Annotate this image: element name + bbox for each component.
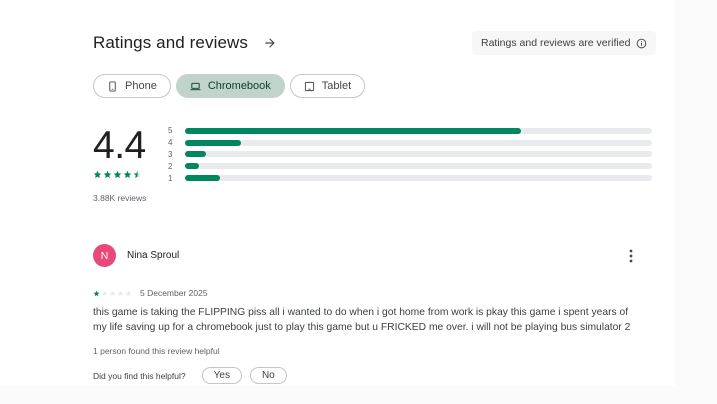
rating-bar-label: 4 (168, 138, 173, 148)
star-icon (123, 170, 132, 178)
star-icon (103, 170, 112, 178)
verified-badge[interactable]: Ratings and reviews are verified (472, 31, 657, 55)
more-vert-icon[interactable] (628, 248, 634, 264)
tablet-icon (304, 81, 315, 92)
star-icon (101, 290, 108, 296)
star-icon (133, 170, 142, 178)
rating-bar-track (185, 127, 652, 134)
section-header[interactable]: Ratings and reviews (93, 33, 277, 53)
rating-bar-row: 5 (168, 125, 652, 137)
average-rating: 4.4 (93, 124, 146, 167)
helpful-question: Did you find this helpful? (93, 370, 186, 381)
rating-bar-fill (185, 175, 221, 182)
page-background-bottom (0, 386, 717, 404)
reviewer-name: Nina Sproul (127, 250, 180, 261)
star-icon (125, 290, 132, 296)
rating-bar-track (185, 151, 652, 158)
star-icon (93, 290, 100, 296)
rating-bar-row: 4 (168, 137, 652, 149)
rating-bar-fill (185, 151, 206, 158)
chromebook-icon (190, 81, 201, 92)
chip-label: Chromebook (207, 80, 271, 92)
rating-bar-label: 1 (168, 173, 173, 183)
chip-label: Tablet (321, 80, 352, 92)
review-stars (93, 290, 132, 297)
info-icon[interactable] (636, 38, 647, 49)
review-count: 3.88K reviews (93, 193, 147, 203)
yes-button[interactable]: Yes (201, 367, 242, 384)
rating-bar-fill (185, 139, 242, 146)
helpful-prompt: Did you find this helpful? Yes No (93, 367, 295, 384)
device-filter: Phone Chromebook Tablet (93, 74, 366, 98)
verified-label: Ratings and reviews are verified (481, 37, 631, 49)
rating-bar-row: 1 (168, 172, 652, 184)
rating-bar-track (185, 163, 652, 170)
rating-bar-row: 2 (168, 160, 652, 172)
rating-bar-fill (185, 163, 199, 170)
star-icon (113, 170, 122, 178)
section-title: Ratings and reviews (93, 33, 248, 52)
chip-phone[interactable]: Phone (93, 74, 171, 98)
rating-bar-label: 2 (168, 161, 173, 171)
star-icon (93, 170, 102, 178)
avatar: N (93, 244, 116, 267)
no-button[interactable]: No (249, 367, 287, 384)
star-icon (109, 290, 116, 296)
chip-label: Phone (125, 80, 157, 92)
review-text: this game is taking the FLIPPING piss al… (93, 307, 631, 333)
rating-bar-fill (185, 127, 522, 134)
page-background (675, 0, 717, 404)
phone-icon (107, 80, 118, 92)
rating-distribution: 5 43 2 1 (168, 125, 652, 184)
rating-bar-track (185, 139, 652, 146)
rating-bar-label: 5 (168, 126, 173, 136)
chip-tablet[interactable]: Tablet (289, 74, 366, 98)
chip-chromebook[interactable]: Chromebook (175, 74, 285, 98)
rating-bar-row: 3 (168, 149, 652, 161)
star-icon (117, 290, 124, 296)
helpful-count: 1 person found this review helpful (93, 346, 220, 356)
review-date: 5 December 2025 (140, 288, 208, 298)
rating-bar-track (185, 175, 652, 182)
review-meta: 5 December 2025 (93, 288, 208, 298)
rating-bar-label: 3 (168, 149, 173, 159)
arrow-right-icon[interactable] (263, 36, 277, 50)
average-stars (93, 170, 142, 179)
